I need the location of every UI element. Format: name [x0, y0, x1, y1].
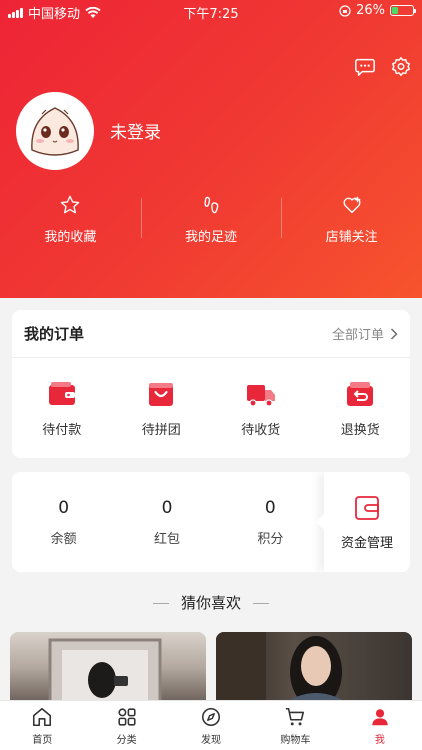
tab-label: 购物车 [280, 734, 311, 746]
tab-home[interactable]: 首页 [0, 701, 84, 750]
tab-label: 发现 [201, 734, 222, 746]
favorites-link[interactable]: 我的收藏 [0, 190, 141, 250]
points-label: 积分 [257, 531, 284, 547]
orders-title: 我的订单 [24, 325, 85, 343]
quick-link-label: 我的足迹 [185, 230, 238, 245]
order-status-label: 待付款 [42, 422, 82, 438]
quick-link-label: 我的收藏 [44, 230, 97, 245]
tab-me[interactable]: 我 [338, 701, 422, 750]
truck-icon [246, 384, 275, 407]
wallet-icon [48, 381, 75, 405]
heart-plus-icon [343, 196, 361, 214]
return-icon [347, 381, 374, 406]
product-photo-icon [48, 638, 162, 702]
assets-card: 0 余额 0 红包 0 积分 资金管理 [12, 472, 410, 572]
product-image[interactable] [10, 632, 206, 702]
cart-icon [286, 707, 305, 725]
cartoon-avatar-icon [18, 94, 92, 168]
category-icon [118, 707, 136, 726]
product-image[interactable] [216, 632, 412, 702]
compass-icon [201, 707, 221, 726]
tab-discover[interactable]: 发现 [169, 701, 253, 750]
footprints-link[interactable]: 我的足迹 [140, 190, 282, 250]
divider [253, 603, 269, 604]
quick-link-label: 店铺关注 [325, 230, 378, 245]
balance-value: 0 [58, 497, 70, 518]
recommend-title: 猜你喜欢 [180, 594, 241, 612]
shopping-bag-icon [149, 382, 174, 406]
points-item[interactable]: 0 积分 [219, 472, 322, 572]
footprint-icon [204, 196, 219, 214]
settings-icon[interactable] [390, 56, 412, 78]
balance-item[interactable]: 0 余额 [12, 472, 115, 572]
chevron-right-icon [391, 328, 398, 339]
home-icon [33, 707, 52, 726]
red-packet-label: 红包 [153, 531, 180, 547]
tab-bar: 首页 分类 发现 购物车 我 [0, 700, 422, 750]
product-photo-icon [216, 632, 346, 702]
all-orders-link[interactable]: 全部订单 [332, 324, 398, 343]
wallet-outline-icon [355, 495, 379, 520]
pending-group-button[interactable]: 待拼团 [112, 358, 212, 458]
balance-label: 余额 [50, 531, 77, 547]
returns-button[interactable]: 退换货 [311, 358, 411, 458]
recommend-heading: 猜你喜欢 [0, 592, 422, 613]
pending-delivery-button[interactable]: 待收货 [211, 358, 311, 458]
tab-category[interactable]: 分类 [84, 701, 168, 750]
tab-cart[interactable]: 购物车 [253, 701, 337, 750]
star-icon [61, 195, 80, 214]
red-packet-item[interactable]: 0 红包 [115, 472, 218, 572]
followed-shops-link[interactable]: 店铺关注 [281, 190, 422, 250]
message-icon[interactable] [354, 56, 376, 78]
pending-payment-button[interactable]: 待付款 [12, 358, 112, 458]
fund-management-button[interactable]: 资金管理 [316, 472, 410, 572]
divider [152, 603, 169, 604]
profile-icon [372, 708, 388, 725]
order-status-label: 待拼团 [141, 422, 181, 438]
orientation-lock-icon [339, 4, 351, 17]
order-status-label: 待收货 [241, 422, 281, 438]
battery-icon [390, 5, 416, 16]
tab-label: 我 [374, 734, 385, 746]
tab-label: 首页 [32, 734, 53, 746]
battery-percent: 26% [356, 3, 385, 18]
quick-links: 我的收藏 我的足迹 店铺关注 [0, 190, 422, 250]
tab-label: 分类 [116, 734, 137, 746]
orders-card: 我的订单 全部订单 待付款 待拼团 待收货 退换货 [12, 310, 410, 458]
points-value: 0 [264, 497, 276, 518]
order-status-label: 退换货 [340, 422, 380, 438]
fund-management-label: 资金管理 [340, 535, 393, 551]
login-status[interactable]: 未登录 [110, 118, 161, 143]
status-bar: 中国移动 下午7:25 26% [0, 0, 422, 24]
all-orders-label: 全部订单 [331, 328, 384, 343]
avatar[interactable] [16, 92, 94, 170]
red-packet-value: 0 [161, 497, 173, 518]
